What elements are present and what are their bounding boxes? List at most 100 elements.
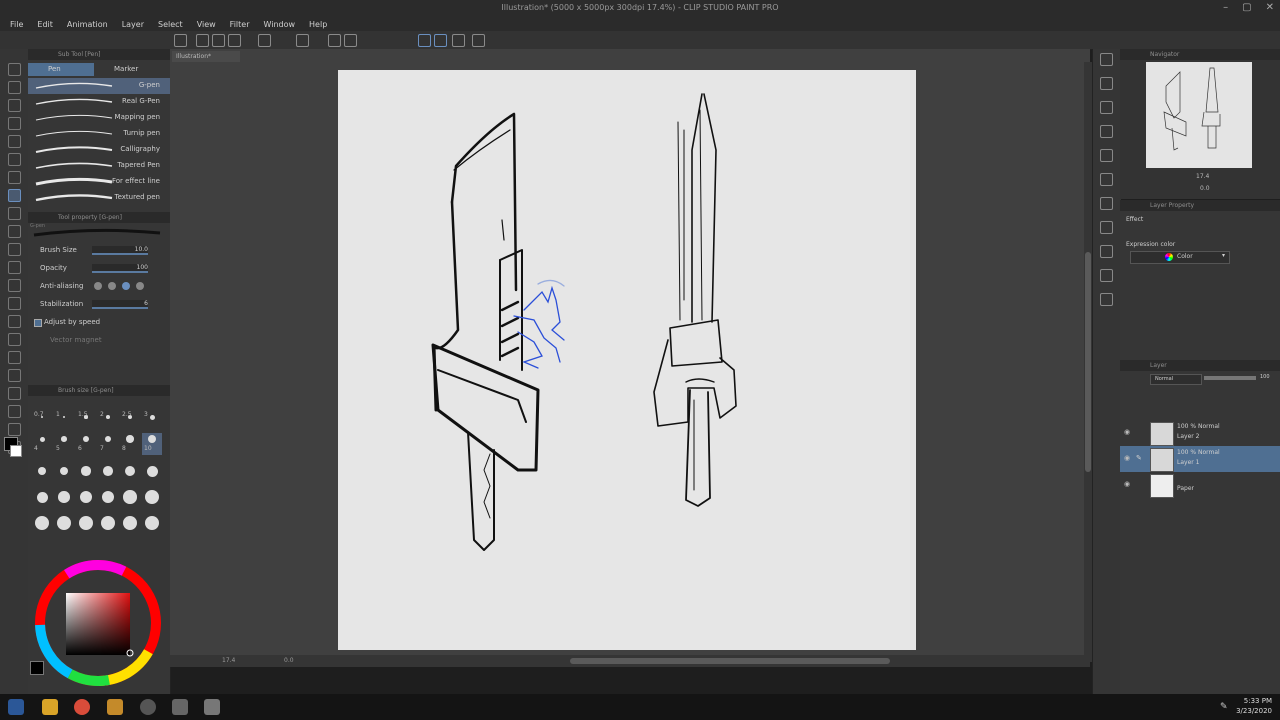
material-icon[interactable] bbox=[1100, 221, 1113, 234]
brush-size-preset[interactable] bbox=[120, 461, 140, 483]
document-tab[interactable]: Illustration* bbox=[172, 51, 240, 62]
stabilization-slider[interactable]: 6 bbox=[92, 300, 148, 309]
brush-size-preset[interactable] bbox=[142, 461, 162, 483]
brush-size-preset[interactable] bbox=[32, 513, 52, 535]
selection-icon[interactable] bbox=[8, 135, 21, 148]
layer-opacity-value[interactable]: 100 bbox=[1260, 374, 1270, 380]
globe-icon[interactable] bbox=[472, 34, 485, 47]
menu-file[interactable]: File bbox=[10, 20, 23, 29]
search-icon[interactable] bbox=[1100, 53, 1113, 66]
close-icon[interactable]: ✕ bbox=[1266, 2, 1274, 13]
system-clock[interactable]: 5:33 PM 3/23/2020 bbox=[1236, 696, 1272, 716]
move-layer-icon[interactable] bbox=[8, 117, 21, 130]
snap-icon[interactable] bbox=[418, 34, 431, 47]
horizontal-scrollbar[interactable]: 17.4 0.0 bbox=[170, 655, 1090, 667]
brush-icon[interactable] bbox=[8, 225, 21, 238]
menu-edit[interactable]: Edit bbox=[37, 20, 53, 29]
adjust-speed-checkbox[interactable] bbox=[34, 319, 42, 327]
brush-size-preset[interactable]: 3 bbox=[142, 411, 162, 433]
ruler-snap-icon[interactable] bbox=[434, 34, 447, 47]
brush-size-preset[interactable] bbox=[98, 487, 118, 509]
menu-help[interactable]: Help bbox=[309, 20, 327, 29]
brush-size-preset[interactable] bbox=[120, 487, 140, 509]
navigator-rotation[interactable]: 0.0 bbox=[1200, 185, 1210, 192]
menu-window[interactable]: Window bbox=[263, 20, 295, 29]
brush-size-preset[interactable]: 1 bbox=[54, 411, 74, 433]
brush-item-textured-pen[interactable]: Textured pen bbox=[28, 190, 170, 206]
brush-item-turnip-pen[interactable]: Turnip pen bbox=[28, 126, 170, 142]
app-icon[interactable] bbox=[204, 699, 220, 715]
tab-pen[interactable]: Pen bbox=[28, 63, 94, 76]
airbrush-icon[interactable] bbox=[8, 243, 21, 256]
eyedropper-icon[interactable] bbox=[8, 171, 21, 184]
eye-icon[interactable]: ◉ bbox=[1124, 454, 1130, 462]
new-file-icon[interactable] bbox=[196, 34, 209, 47]
brush-size-preset[interactable]: 1.5 bbox=[76, 411, 96, 433]
antialias-strong-icon[interactable] bbox=[136, 282, 144, 290]
brush-size-preset[interactable] bbox=[142, 487, 162, 509]
navigator-zoom[interactable]: 17.4 bbox=[1196, 173, 1209, 180]
brush-size-preset[interactable]: 2.5 bbox=[120, 411, 140, 433]
zoom-icon[interactable] bbox=[8, 63, 21, 76]
material-icon[interactable] bbox=[1100, 101, 1113, 114]
brush-size-preset[interactable]: 2 bbox=[98, 411, 118, 433]
decoration-icon[interactable] bbox=[8, 261, 21, 274]
vector-magnet-row[interactable]: Vector magnet bbox=[28, 333, 170, 351]
brush-size-preset[interactable]: 5 bbox=[54, 433, 74, 455]
brush-size-preset[interactable] bbox=[54, 487, 74, 509]
vertical-scrollbar[interactable] bbox=[1084, 62, 1092, 662]
eye-icon[interactable]: ◉ bbox=[1124, 428, 1130, 436]
pen-pressure-icon[interactable] bbox=[452, 34, 465, 47]
fill-icon[interactable] bbox=[8, 315, 21, 328]
material-icon[interactable] bbox=[1100, 149, 1113, 162]
vertical-scroll-thumb[interactable] bbox=[1085, 252, 1091, 472]
menu-layer[interactable]: Layer bbox=[122, 20, 144, 29]
horizontal-scroll-thumb[interactable] bbox=[570, 658, 890, 664]
eraser-icon[interactable] bbox=[8, 279, 21, 292]
settings-icon[interactable] bbox=[296, 34, 309, 47]
material-icon[interactable] bbox=[1100, 197, 1113, 210]
material-icon[interactable] bbox=[1100, 77, 1113, 90]
material-icon[interactable] bbox=[1100, 125, 1113, 138]
brush-item-calligraphy[interactable]: Calligraphy bbox=[28, 142, 170, 158]
brush-size-preset[interactable] bbox=[98, 461, 118, 483]
layer-row-layer-1[interactable]: ◉ ✎ 100 % Normal Layer 1 bbox=[1120, 446, 1280, 472]
menu-select[interactable]: Select bbox=[158, 20, 183, 29]
antialias-row[interactable]: Anti-aliasing bbox=[28, 279, 170, 297]
expression-color-select[interactable]: Color ▾ bbox=[1130, 251, 1230, 264]
blend-mode-select[interactable]: Normal bbox=[1150, 374, 1202, 385]
brush-size-preset[interactable] bbox=[76, 461, 96, 483]
brush-size-preset[interactable]: 4 bbox=[32, 433, 52, 455]
pencil-icon[interactable] bbox=[8, 207, 21, 220]
brush-size-preset[interactable] bbox=[76, 513, 96, 535]
opacity-slider[interactable]: 100 bbox=[92, 264, 148, 273]
brush-size-preset[interactable]: 8 bbox=[120, 433, 140, 455]
undo-icon[interactable] bbox=[258, 34, 271, 47]
material-icon[interactable] bbox=[1100, 293, 1113, 306]
frame-icon[interactable] bbox=[8, 369, 21, 382]
brush-size-slider[interactable]: 10.0 bbox=[92, 246, 148, 255]
blend-icon[interactable] bbox=[8, 297, 21, 310]
app-icon[interactable] bbox=[140, 699, 156, 715]
balloon-icon[interactable] bbox=[8, 423, 21, 436]
adjust-speed-row[interactable]: Adjust by speed bbox=[28, 315, 170, 333]
brush-size-preset[interactable] bbox=[98, 513, 118, 535]
brush-size-preset[interactable] bbox=[32, 487, 52, 509]
current-color-swatch[interactable] bbox=[30, 661, 44, 675]
antialias-medium-icon[interactable] bbox=[122, 282, 130, 290]
clip-studio-icon[interactable] bbox=[174, 34, 187, 47]
brush-item-effect-line[interactable]: For effect line bbox=[28, 174, 170, 190]
chrome-icon[interactable] bbox=[74, 699, 90, 715]
file-explorer-icon[interactable] bbox=[42, 699, 58, 715]
tab-marker[interactable]: Marker bbox=[94, 63, 160, 76]
auto-select-icon[interactable] bbox=[8, 153, 21, 166]
layer-row-layer-2[interactable]: ◉ 100 % Normal Layer 2 bbox=[1120, 420, 1280, 446]
clip-studio-taskbar-icon[interactable] bbox=[107, 699, 123, 715]
crop-icon[interactable] bbox=[344, 34, 357, 47]
brush-size-preset[interactable]: 0.7 bbox=[32, 411, 52, 433]
brush-item-real-g-pen[interactable]: Real G-Pen bbox=[28, 94, 170, 110]
brush-size-preset[interactable]: 10 bbox=[142, 433, 162, 455]
transform-icon[interactable] bbox=[328, 34, 341, 47]
save-icon[interactable] bbox=[228, 34, 241, 47]
layer-row-paper[interactable]: ◉ Paper bbox=[1120, 472, 1280, 498]
